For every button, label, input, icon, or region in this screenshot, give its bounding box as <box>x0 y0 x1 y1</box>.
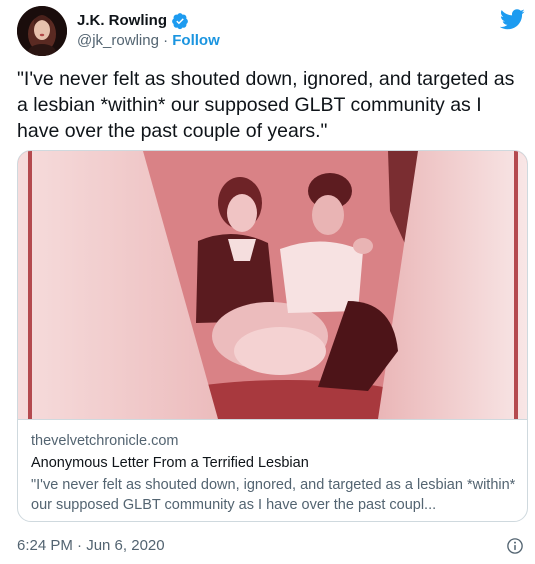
link-card[interactable]: thevelvetchronicle.com Anonymous Letter … <box>17 150 528 522</box>
card-description: "I've never felt as shouted down, ignore… <box>31 477 516 513</box>
tweet-timestamp[interactable]: 6:24 PM · Jun 6, 2020 <box>17 537 165 555</box>
handle-separator: · <box>158 32 173 49</box>
follow-button[interactable]: Follow <box>172 32 220 49</box>
info-icon[interactable] <box>506 537 524 555</box>
author-handle[interactable]: @jk_rowling <box>77 32 159 49</box>
author-avatar[interactable] <box>17 6 67 56</box>
author-name-row[interactable]: J.K. Rowling <box>77 12 189 30</box>
twitter-bird-icon[interactable] <box>500 9 525 30</box>
card-domain: thevelvetchronicle.com <box>31 433 179 449</box>
two-women-sitting-photo <box>18 151 527 419</box>
verified-badge-icon <box>172 13 188 30</box>
avatar-photo <box>17 6 67 56</box>
tweet-text: "I've never felt as shouted down, ignore… <box>17 68 515 142</box>
tweet-embed: J.K. Rowling @jk_rowling · Follow "I've … <box>0 0 535 564</box>
author-handle-row: @jk_rowling · Follow <box>77 32 220 50</box>
card-divider <box>18 419 527 420</box>
card-image[interactable] <box>18 151 527 419</box>
author-name[interactable]: J.K. Rowling <box>77 12 167 30</box>
card-title: Anonymous Letter From a Terrified Lesbia… <box>31 455 309 471</box>
